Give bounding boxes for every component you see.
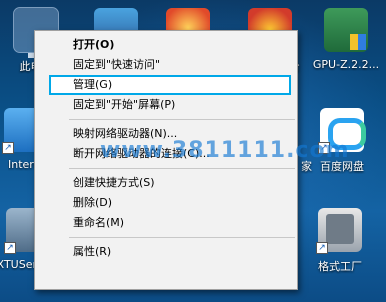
baidu-netdisk-icon: ↗ <box>318 108 366 154</box>
desktop-icon-label: 格式工厂 <box>318 260 362 273</box>
menu-separator <box>69 168 295 169</box>
menu-separator <box>69 119 295 120</box>
menu-item-pin-quick-access[interactable]: 固定到"快速访问" <box>35 55 297 75</box>
menu-item-rename[interactable]: 重命名(M) <box>35 213 297 233</box>
desktop-icon-label: 百度网盘 <box>320 160 364 173</box>
format-factory-icon: ↗ <box>316 208 362 254</box>
menu-item-properties[interactable]: 属性(R) <box>35 242 297 262</box>
menu-item-pin-start[interactable]: 固定到"开始"屏幕(P) <box>35 95 297 115</box>
shortcut-arrow-icon: ↗ <box>4 242 16 254</box>
menu-separator <box>69 237 295 238</box>
shortcut-arrow-icon: ↗ <box>316 242 328 254</box>
menu-item-map-network-drive[interactable]: 映射网络驱动器(N)... <box>35 124 297 144</box>
gpu-z-icon <box>324 8 368 52</box>
menu-item-create-shortcut[interactable]: 创建快捷方式(S) <box>35 173 297 193</box>
menu-item-disconnect-network-drive[interactable]: 断开网络驱动器的连接(C)... <box>35 144 297 164</box>
desktop-icon-label: GPU-Z.2.2... <box>312 58 380 71</box>
shortcut-arrow-icon: ↗ <box>318 142 330 154</box>
desktop-icon-gpu-z[interactable]: GPU-Z.2.2... <box>308 8 384 71</box>
desktop-icon-baidu-netdisk[interactable]: ↗ 百度网盘 <box>310 108 374 174</box>
shortcut-arrow-icon: ↗ <box>2 142 14 154</box>
context-menu: 打开(O) 固定到"快速访问" 管理(G) 固定到"开始"屏幕(P) 映射网络驱… <box>34 30 298 290</box>
menu-item-manage[interactable]: 管理(G) <box>49 75 291 95</box>
menu-item-delete[interactable]: 删除(D) <box>35 193 297 213</box>
menu-item-open[interactable]: 打开(O) <box>35 35 297 55</box>
desktop-icon-format-factory[interactable]: ↗ 格式工厂 <box>308 208 372 274</box>
